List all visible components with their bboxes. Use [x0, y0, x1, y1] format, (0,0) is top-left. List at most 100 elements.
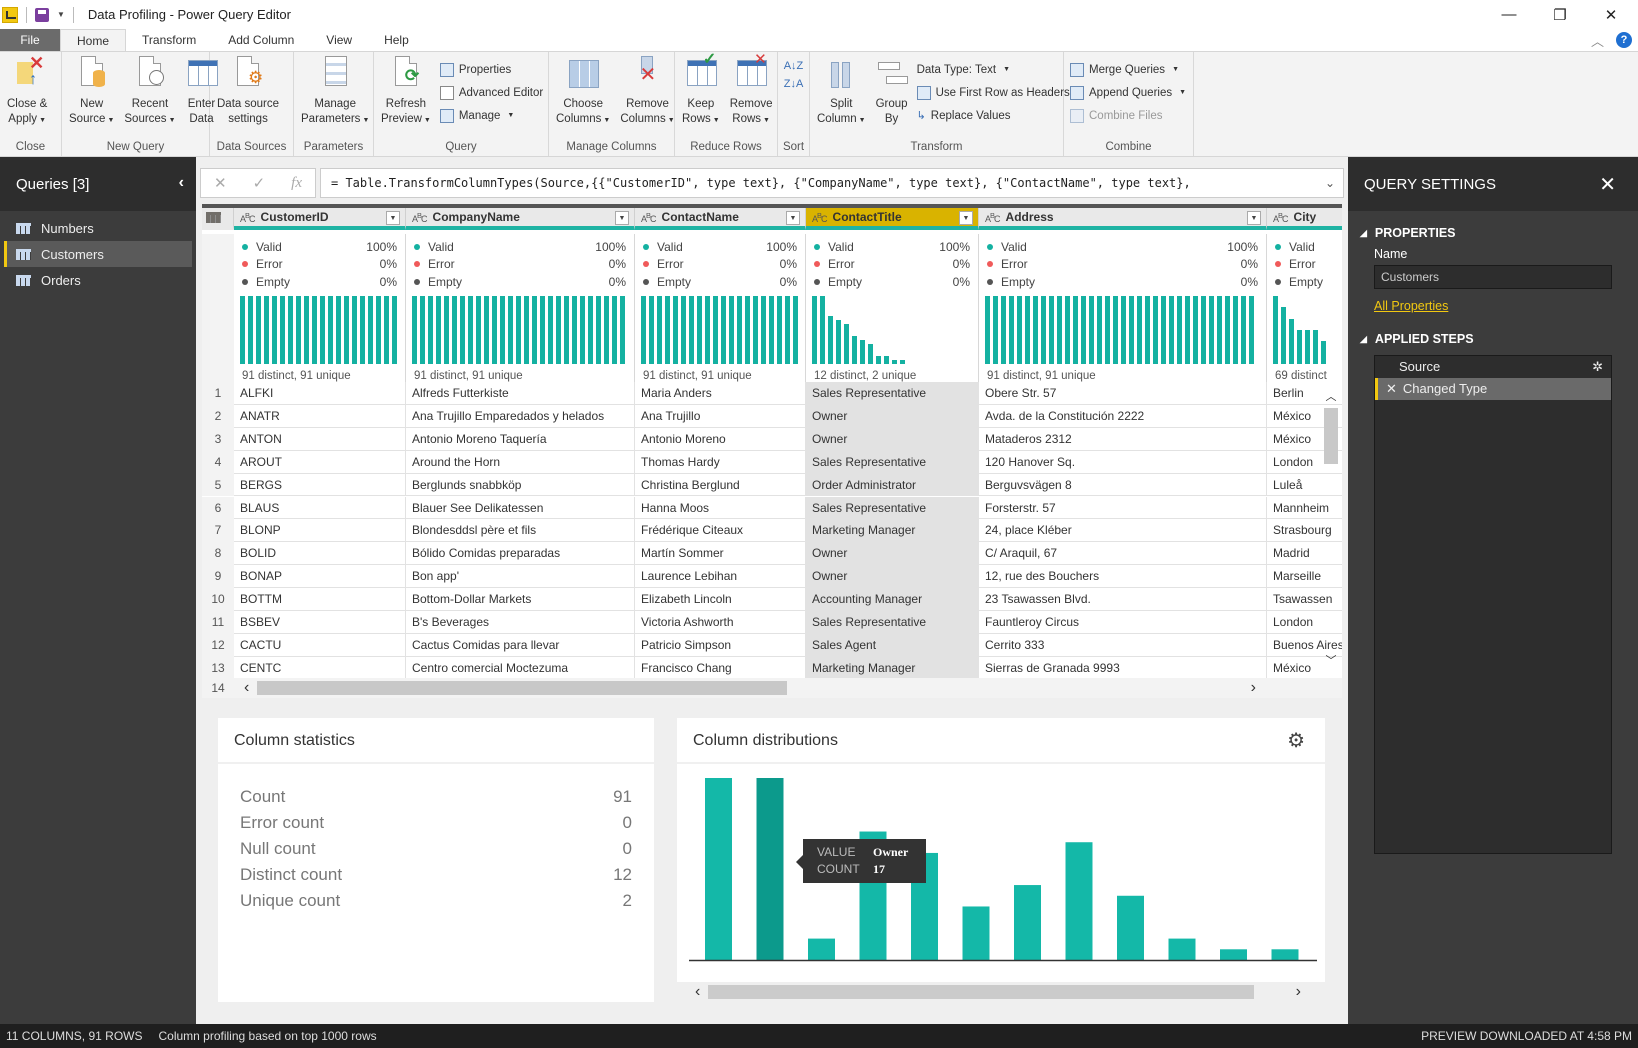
table-cell[interactable]: Avda. de la Constitución 2222 [979, 404, 1267, 428]
table-cell[interactable]: BOLID [234, 542, 406, 566]
column-filter-dropdown-icon[interactable]: ▼ [959, 211, 973, 225]
column-filter-dropdown-icon[interactable]: ▼ [615, 211, 629, 225]
table-cell[interactable]: Christina Berglund [635, 473, 806, 497]
table-cell[interactable]: Marketing Manager [806, 519, 979, 543]
table-cell[interactable]: Cerrito 333 [979, 633, 1267, 657]
table-cell[interactable]: Ana Trujillo [635, 404, 806, 428]
scroll-right-icon[interactable]: › [1296, 983, 1301, 1001]
distribution-settings-gear-icon[interactable]: ⚙ [1287, 728, 1305, 753]
vertical-scrollbar[interactable]: ︿ ﹀ [1324, 388, 1338, 668]
close-window-button[interactable]: ✕ [1588, 0, 1634, 29]
append-queries-button[interactable]: Append Queries ▼ [1070, 83, 1186, 102]
table-cell[interactable]: Bólido Comidas preparadas [406, 542, 635, 566]
table-cell[interactable]: Mataderos 2312 [979, 427, 1267, 451]
scroll-up-icon[interactable]: ︿ [1324, 388, 1338, 404]
row-number[interactable]: 3 [202, 427, 234, 451]
table-cell[interactable]: Alfreds Futterkiste [406, 382, 635, 405]
row-number[interactable]: 7 [202, 519, 234, 543]
tab-view[interactable]: View [310, 29, 368, 51]
table-cell[interactable]: Francisco Chang [635, 656, 806, 680]
table-cell[interactable]: Around the Horn [406, 450, 635, 474]
table-cell[interactable]: Blauer See Delikatessen [406, 496, 635, 520]
table-cell[interactable]: Thomas Hardy [635, 450, 806, 474]
table-cell[interactable]: ANATR [234, 404, 406, 428]
table-cell[interactable]: Accounting Manager [806, 588, 979, 611]
fx-icon[interactable]: fx [291, 175, 302, 192]
table-cell[interactable]: Owner [806, 427, 979, 451]
row-number[interactable]: 1 [202, 382, 234, 405]
table-cell[interactable]: CENTC [234, 656, 406, 680]
table-cell[interactable]: Marketing Manager [806, 656, 979, 680]
text-type-icon[interactable]: ABC [985, 211, 1001, 224]
step-settings-gear-icon[interactable]: ✲ [1592, 356, 1603, 378]
distribution-bar-2[interactable] [756, 778, 784, 960]
tab-help[interactable]: Help [368, 29, 425, 51]
table-cell[interactable]: Antonio Moreno Taquería [406, 427, 635, 451]
table-cell[interactable]: ALFKI [234, 382, 406, 405]
table-cell[interactable]: Hanna Moos [635, 496, 806, 520]
distribution-bar-1[interactable] [705, 778, 732, 960]
table-cell[interactable]: Cactus Comidas para llevar [406, 633, 635, 657]
distribution-bar-11[interactable] [1220, 949, 1247, 960]
column-filter-dropdown-icon[interactable]: ▼ [386, 211, 400, 225]
column-header-companyname[interactable]: ABC CompanyName ▼ [406, 208, 635, 230]
table-menu-button[interactable] [202, 208, 234, 230]
query-item-customers[interactable]: Customers [4, 241, 192, 267]
expand-formula-icon[interactable]: ⌄ [1325, 169, 1335, 197]
collapse-ribbon-icon[interactable]: ︿ [1591, 31, 1604, 50]
table-cell[interactable]: Patricio Simpson [635, 633, 806, 657]
horizontal-scrollbar[interactable]: 14 ‹ › [202, 678, 1342, 698]
table-cell[interactable]: Owner [806, 542, 979, 566]
row-number[interactable]: 12 [202, 633, 234, 657]
row-number[interactable]: 8 [202, 542, 234, 566]
table-cell[interactable]: Bon app' [406, 565, 635, 589]
table-cell[interactable]: Owner [806, 565, 979, 589]
query-name-input[interactable]: Customers [1374, 265, 1612, 289]
distribution-bar-10[interactable] [1168, 938, 1196, 960]
properties-section-header[interactable]: ◢ PROPERTIES [1348, 223, 1638, 243]
table-cell[interactable]: AROUT [234, 450, 406, 474]
row-number[interactable]: 13 [202, 656, 234, 680]
mini-distribution-chart[interactable] [812, 296, 974, 364]
table-cell[interactable]: Victoria Ashworth [635, 611, 806, 634]
column-filter-dropdown-icon[interactable]: ▼ [786, 211, 800, 225]
distribution-bar-8[interactable] [1065, 842, 1093, 960]
table-cell[interactable]: BOTTM [234, 588, 406, 611]
text-type-icon[interactable]: ABC [1273, 211, 1289, 224]
table-cell[interactable]: B's Beverages [406, 611, 635, 634]
table-cell[interactable]: BERGS [234, 473, 406, 497]
mini-distribution-chart[interactable] [985, 296, 1262, 364]
table-cell[interactable]: Berglunds snabbköp [406, 473, 635, 497]
replace-values-button[interactable]: ↳ Replace Values [917, 106, 1084, 125]
column-filter-dropdown-icon[interactable]: ▼ [1247, 211, 1261, 225]
table-cell[interactable]: ANTON [234, 427, 406, 451]
mini-distribution-chart[interactable] [240, 296, 401, 364]
table-cell[interactable]: Sales Representative [806, 496, 979, 520]
row-number[interactable]: 4 [202, 450, 234, 474]
query-item-numbers[interactable]: Numbers [4, 215, 192, 241]
restore-button[interactable]: ❐ [1537, 0, 1583, 29]
table-cell[interactable]: Sierras de Granada 9993 [979, 656, 1267, 680]
table-cell[interactable]: Fauntleroy Circus [979, 611, 1267, 634]
mini-distribution-chart[interactable] [641, 296, 801, 364]
table-cell[interactable]: Antonio Moreno [635, 427, 806, 451]
scroll-left-icon[interactable]: ‹ [244, 679, 249, 697]
table-cell[interactable]: Ana Trujillo Emparedados y helados [406, 404, 635, 428]
commit-formula-icon[interactable]: ✓ [253, 174, 266, 192]
table-cell[interactable]: BONAP [234, 565, 406, 589]
table-cell[interactable]: Forsterstr. 57 [979, 496, 1267, 520]
sort-ascending-button[interactable]: A↓Z [784, 60, 804, 72]
text-type-icon[interactable]: ABC [240, 211, 256, 224]
distribution-horizontal-scrollbar[interactable]: ‹ › [677, 982, 1325, 1002]
advanced-editor-button[interactable]: Advanced Editor [439, 83, 543, 102]
column-header-address[interactable]: ABC Address ▼ [979, 208, 1267, 230]
scroll-thumb[interactable] [257, 681, 788, 695]
table-cell[interactable]: Laurence Lebihan [635, 565, 806, 589]
table-cell[interactable]: BSBEV [234, 611, 406, 634]
table-cell[interactable]: Order Administrator [806, 473, 979, 497]
scroll-right-icon[interactable]: › [1251, 679, 1256, 697]
cancel-formula-icon[interactable]: ✕ [214, 174, 227, 192]
row-number[interactable]: 2 [202, 404, 234, 428]
table-cell[interactable]: Sales Representative [806, 611, 979, 634]
column-header-contactname[interactable]: ABC ContactName ▼ [635, 208, 806, 230]
